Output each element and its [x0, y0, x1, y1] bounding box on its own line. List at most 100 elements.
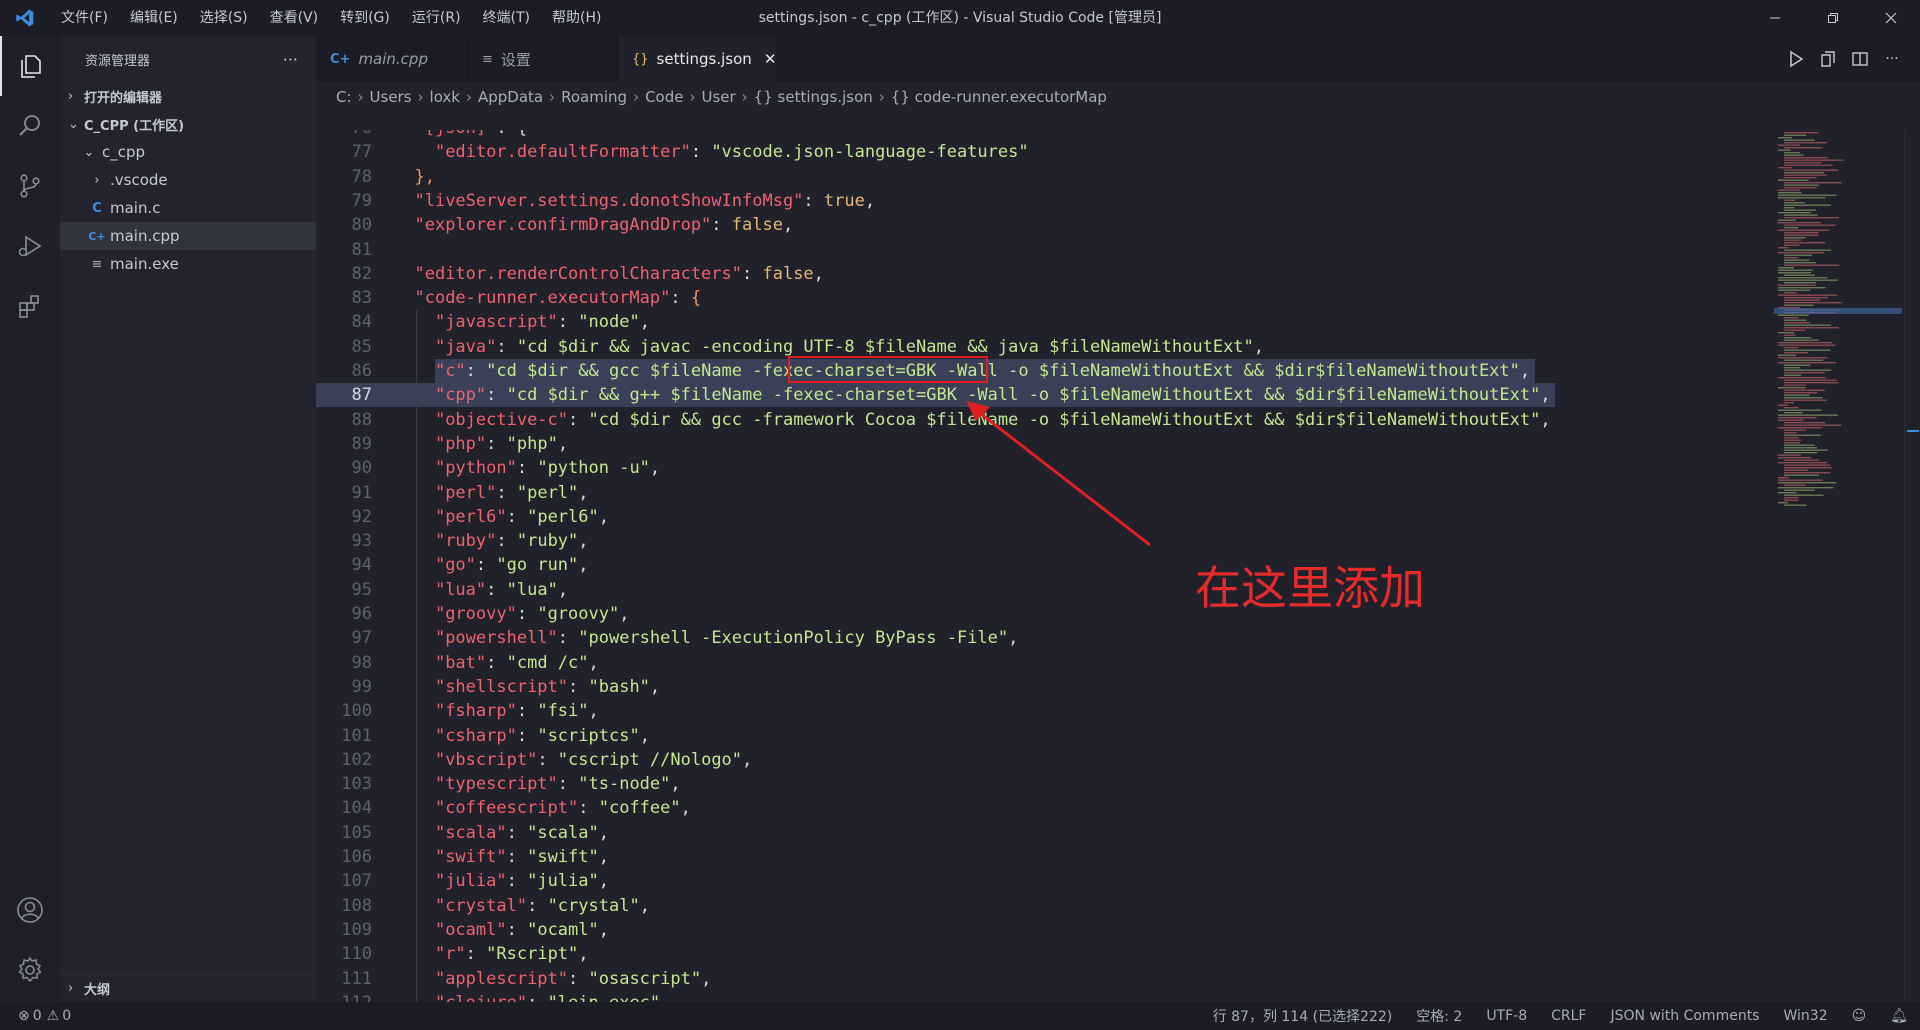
- code-line[interactable]: 109 "ocaml": "ocaml",: [316, 918, 1756, 942]
- code-editor[interactable]: 76 "[json]": {77 "editor.defaultFormatte…: [316, 130, 1756, 1002]
- code-line[interactable]: 108 "crystal": "crystal",: [316, 894, 1756, 918]
- code-token: "vscode.json-language-features": [711, 142, 1029, 163]
- breadcrumb-item[interactable]: {} settings.json: [754, 88, 873, 106]
- close-icon[interactable]: [1862, 0, 1920, 36]
- folder-c-cpp[interactable]: ⌄ c_cpp: [60, 138, 316, 166]
- code-line[interactable]: 101 "csharp": "scriptcs",: [316, 724, 1756, 748]
- menu-item[interactable]: 选择(S): [189, 0, 259, 36]
- code-line[interactable]: 110 "r": "Rscript",: [316, 942, 1756, 966]
- code-line[interactable]: 106 "swift": "swift",: [316, 845, 1756, 869]
- code-line[interactable]: 81: [316, 238, 1756, 262]
- code-token: :: [557, 312, 579, 333]
- code-line[interactable]: 76 "[json]": {: [316, 130, 1756, 140]
- code-line[interactable]: 111 "applescript": "osascript",: [316, 967, 1756, 991]
- minimap-line: [1784, 164, 1833, 166]
- code-line[interactable]: 96 "groovy": "groovy",: [316, 602, 1756, 626]
- code-line[interactable]: 95 "lua": "lua",: [316, 578, 1756, 602]
- code-line[interactable]: 105 "scala": "scala",: [316, 821, 1756, 845]
- json-file-icon: {}: [632, 51, 649, 67]
- code-line[interactable]: 82 "editor.renderControlCharacters": fal…: [316, 262, 1756, 286]
- minimap[interactable]: [1774, 130, 1902, 1002]
- minimize-icon[interactable]: [1746, 0, 1804, 36]
- breadcrumb-item[interactable]: User: [701, 88, 735, 106]
- code-line[interactable]: 85 "java": "cd $dir && javac -encoding U…: [316, 335, 1756, 359]
- workspace-section[interactable]: ⌄ C_CPP (工作区): [60, 110, 316, 138]
- split-editor-icon[interactable]: [1844, 43, 1876, 75]
- close-tab-icon[interactable]: ✕: [764, 50, 777, 68]
- breadcrumb-item[interactable]: Roaming: [561, 88, 627, 106]
- account-icon[interactable]: [0, 880, 60, 940]
- extensions-icon[interactable]: [0, 276, 60, 336]
- open-editors-section[interactable]: › 打开的编辑器: [60, 82, 316, 110]
- breadcrumb-item[interactable]: Code: [645, 88, 683, 106]
- run-debug-icon[interactable]: [0, 216, 60, 276]
- breadcrumb-item[interactable]: loxk: [430, 88, 460, 106]
- run-code-icon[interactable]: [1780, 43, 1812, 75]
- menu-item[interactable]: 文件(F): [50, 0, 119, 36]
- minimap-line: [1784, 329, 1806, 331]
- code-line[interactable]: 79 "liveServer.settings.donotShowInfoMsg…: [316, 189, 1756, 213]
- code-line[interactable]: 77 "editor.defaultFormatter": "vscode.js…: [316, 140, 1756, 164]
- tree-item-main-exe[interactable]: ≡ main.exe: [60, 250, 316, 278]
- search-icon[interactable]: [0, 96, 60, 156]
- code-line[interactable]: 84 "javascript": "node",: [316, 310, 1756, 334]
- line-number: 81: [351, 239, 372, 260]
- tab-main-cpp[interactable]: C+ main.cpp: [316, 36, 468, 82]
- indentation[interactable]: 空格: 2: [1404, 1006, 1474, 1026]
- code-token: :: [568, 676, 589, 697]
- source-control-icon[interactable]: [0, 156, 60, 216]
- code-line[interactable]: 98 "bat": "cmd /c",: [316, 651, 1756, 675]
- gear-icon[interactable]: [0, 940, 60, 1000]
- more-actions-icon[interactable]: ···: [283, 50, 298, 69]
- breadcrumb-item[interactable]: Users: [370, 88, 412, 106]
- more-actions-icon[interactable]: ···: [1876, 43, 1908, 75]
- tree-item-main-c[interactable]: C main.c: [60, 194, 316, 222]
- notifications-icon[interactable]: 🔔︎: [1878, 1008, 1920, 1024]
- problems-indicator[interactable]: ⊗ 0 ⚠ 0: [0, 1008, 71, 1024]
- menu-item[interactable]: 编辑(E): [119, 0, 189, 36]
- code-line[interactable]: 78 },: [316, 165, 1756, 189]
- restore-icon[interactable]: [1804, 0, 1862, 36]
- menu-item[interactable]: 运行(R): [401, 0, 472, 36]
- menu-item[interactable]: 终端(T): [472, 0, 541, 36]
- platform[interactable]: Win32: [1771, 1008, 1839, 1024]
- breadcrumb-item[interactable]: {} code-runner.executorMap: [891, 88, 1107, 106]
- tree-item-label: main.exe: [110, 255, 179, 273]
- tree-item-vscode[interactable]: › .vscode: [60, 166, 316, 194]
- open-settings-ui-icon[interactable]: [1812, 43, 1844, 75]
- breadcrumb-item[interactable]: AppData: [478, 88, 543, 106]
- encoding[interactable]: UTF-8: [1474, 1008, 1539, 1024]
- chevron-down-icon: ⌄: [68, 116, 79, 132]
- explorer-icon[interactable]: [0, 36, 60, 96]
- cursor-position[interactable]: 行 87，列 114 (已选择222): [1201, 1006, 1405, 1026]
- tab-settings[interactable]: ≡ 设置: [468, 36, 618, 82]
- code-line[interactable]: 83 "code-runner.executorMap": {: [316, 286, 1756, 310]
- feedback-icon[interactable]: ☺: [1840, 1008, 1879, 1024]
- code-line[interactable]: 94 "go": "go run",: [316, 553, 1756, 577]
- code-line[interactable]: 97 "powershell": "powershell -ExecutionP…: [316, 626, 1756, 650]
- code-token: false: [762, 263, 814, 284]
- minimap-line: [1778, 414, 1838, 416]
- code-line[interactable]: 112 "clojure": "lein exec",: [316, 991, 1756, 1002]
- language-mode[interactable]: JSON with Comments: [1598, 1008, 1771, 1024]
- menu-item[interactable]: 帮助(H): [541, 0, 612, 36]
- tree-item-main-cpp[interactable]: C+ main.cpp: [60, 222, 316, 250]
- minimap-line: [1784, 367, 1801, 369]
- menu-item[interactable]: 查看(V): [259, 0, 330, 36]
- code-line[interactable]: 80 "explorer.confirmDragAndDrop": false,: [316, 213, 1756, 237]
- code-line[interactable]: 99 "shellscript": "bash",: [316, 675, 1756, 699]
- tab-settings-json[interactable]: {} settings.json ✕: [618, 36, 778, 82]
- outline-section[interactable]: › 大纲: [60, 974, 316, 1002]
- line-ending[interactable]: CRLF: [1539, 1008, 1598, 1024]
- scrollbar[interactable]: [1904, 130, 1920, 1002]
- code-line[interactable]: 104 "coffeescript": "coffee",: [316, 796, 1756, 820]
- code-line[interactable]: 107 "julia": "julia",: [316, 869, 1756, 893]
- code-line[interactable]: 102 "vbscript": "cscript //Nologo",: [316, 748, 1756, 772]
- breadcrumb-item[interactable]: C:: [336, 88, 352, 106]
- minimap-line: [1778, 252, 1824, 254]
- code-line[interactable]: 86 "c": "cd $dir && gcc $fileName -fexec…: [316, 359, 1756, 383]
- code-line[interactable]: 100 "fsharp": "fsi",: [316, 699, 1756, 723]
- code-line[interactable]: 103 "typescript": "ts-node",: [316, 772, 1756, 796]
- menu-item[interactable]: 转到(G): [329, 0, 401, 36]
